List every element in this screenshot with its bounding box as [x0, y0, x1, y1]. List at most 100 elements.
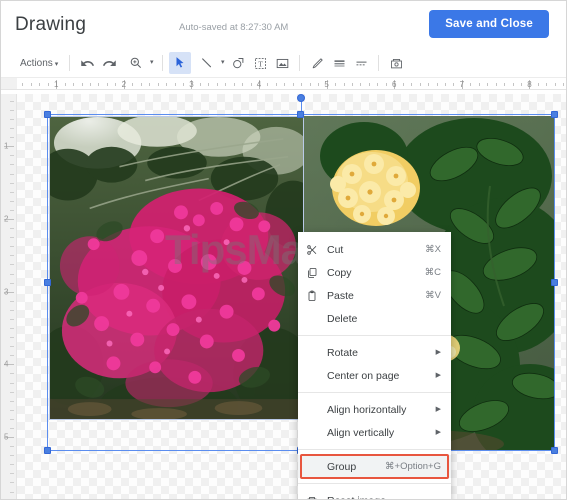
ruler-tick	[318, 83, 320, 86]
resize-handle-top-right[interactable]	[551, 111, 558, 118]
ruler-tick	[10, 455, 14, 457]
ruler-tick	[10, 382, 14, 384]
fill-color-button[interactable]	[306, 52, 328, 74]
shape-tool-button[interactable]	[227, 52, 249, 74]
horizontal-ruler[interactable]: 1 2 3 4 5 6 7 8	[1, 77, 566, 90]
header-bar: Drawing Auto-saved at 8:27:30 AM Save an…	[1, 1, 566, 49]
ruler-tick	[10, 209, 14, 211]
menu-item-cut[interactable]: Cut ⌘X	[298, 238, 451, 261]
resize-handle-top-center[interactable]	[297, 111, 304, 118]
undo-icon	[81, 59, 94, 66]
ruler-tick	[368, 83, 370, 86]
vertical-ruler[interactable]: 1 2 3 4 5	[1, 94, 17, 499]
menu-item-align-vertically[interactable]: Align vertically ▶	[298, 421, 451, 444]
ruler-tick	[385, 83, 387, 86]
ruler-tick	[335, 83, 337, 86]
ruler-number: 8	[527, 80, 532, 89]
ruler-tick	[10, 346, 14, 348]
ruler-tick	[512, 83, 514, 86]
ruler-tick	[10, 473, 14, 475]
ruler-tick	[10, 282, 14, 284]
actions-menu-button[interactable]: Actions ▾	[15, 55, 63, 72]
ruler-tick	[81, 83, 83, 86]
zoom-dropdown-caret-icon[interactable]: ▾	[147, 52, 156, 74]
text-box-tool-button[interactable]: T	[249, 52, 271, 74]
line-dropdown-caret-icon[interactable]: ▾	[218, 52, 227, 74]
ruler-tick	[10, 464, 14, 466]
ruler-tick	[495, 83, 497, 86]
resize-handle-middle-right[interactable]	[551, 278, 558, 286]
ruler-tick	[10, 391, 14, 393]
menu-item-rotate[interactable]: Rotate ▶	[298, 341, 451, 364]
submenu-arrow-icon: ▶	[435, 406, 441, 413]
insert-image-button[interactable]	[271, 52, 293, 74]
ruler-tick	[10, 264, 14, 266]
ruler-tick	[411, 83, 413, 86]
menu-item-shortcut: ⌘C	[424, 267, 441, 278]
menu-item-copy[interactable]: Copy ⌘C	[298, 261, 451, 284]
menu-item-align-horizontally[interactable]: Align horizontally ▶	[298, 398, 451, 421]
resize-handle-middle-left[interactable]	[44, 278, 51, 286]
ruler-tick	[343, 83, 345, 86]
resize-handle-bottom-right[interactable]	[551, 447, 558, 454]
ruler-tick	[470, 83, 472, 86]
resize-handle-top-left[interactable]	[44, 111, 51, 118]
rotation-handle[interactable]	[297, 94, 305, 102]
ruler-tick	[157, 83, 159, 86]
ruler-number: 1	[53, 80, 59, 89]
text-box-icon: T	[254, 57, 266, 69]
ruler-tick	[10, 164, 14, 166]
ruler-tick	[10, 109, 14, 111]
ruler-tick	[73, 83, 75, 86]
ruler-tick	[275, 83, 277, 86]
ruler-tick	[377, 83, 379, 86]
select-tool-button[interactable]	[169, 52, 192, 74]
ruler-tick	[537, 83, 539, 86]
drawing-canvas[interactable]: TipsMake.com Cut⌘XCopy⌘CPaste⌘VDeleteRot…	[17, 94, 566, 499]
ruler-tick	[563, 83, 565, 86]
ruler-tick	[98, 83, 100, 86]
shape-icon	[232, 57, 244, 68]
undo-button[interactable]	[76, 52, 98, 74]
crop-image-button[interactable]	[385, 52, 407, 74]
actions-menu-label: Actions	[20, 57, 53, 69]
toolbar-divider	[378, 55, 380, 71]
ruler-tick	[10, 237, 14, 239]
ruler-tick	[10, 100, 14, 102]
ruler-tick	[225, 83, 227, 86]
ruler-tick	[428, 83, 430, 86]
ruler-tick	[478, 83, 480, 86]
menu-item-reset-image[interactable]: Reset image	[298, 489, 451, 499]
save-and-close-button[interactable]: Save and Close	[429, 10, 549, 38]
line-icon	[202, 58, 212, 68]
reset-image-icon	[306, 495, 323, 499]
autosave-status: Auto-saved at 8:27:30 AM	[179, 22, 289, 33]
menu-item-paste[interactable]: Paste ⌘V	[298, 284, 451, 307]
line-tool-button[interactable]	[196, 52, 218, 74]
ruler-tick	[444, 83, 446, 86]
fill-color-icon	[312, 57, 323, 68]
zoom-button[interactable]	[125, 52, 147, 74]
ruler-tick	[30, 83, 32, 86]
context-menu[interactable]: Cut ⌘X Copy ⌘C Paste ⌘V Delete Rotate ▶ Center on…	[298, 232, 451, 499]
ruler-tick	[436, 83, 438, 86]
menu-item-group[interactable]: Group ⌘+Option+G	[298, 455, 451, 478]
ruler-tick	[47, 83, 49, 86]
menu-item-delete[interactable]: Delete	[298, 307, 451, 330]
line-dash-button[interactable]	[350, 52, 372, 74]
menu-item-center-on-page[interactable]: Center on page ▶	[298, 364, 451, 387]
menu-divider	[298, 449, 451, 450]
ruler-tick	[10, 409, 14, 411]
menu-divider	[298, 483, 451, 484]
ruler-number: 6	[392, 80, 397, 89]
ruler-tick	[199, 83, 201, 86]
ruler-tick	[140, 83, 142, 86]
ruler-tick	[10, 337, 14, 339]
ruler-number: 1	[4, 141, 9, 151]
scissors-icon	[306, 244, 323, 256]
redo-button[interactable]	[98, 52, 120, 74]
ruler-tick	[10, 300, 14, 302]
ruler-tick	[402, 83, 404, 86]
resize-handle-bottom-left[interactable]	[44, 447, 51, 454]
line-weight-button[interactable]	[328, 52, 350, 74]
